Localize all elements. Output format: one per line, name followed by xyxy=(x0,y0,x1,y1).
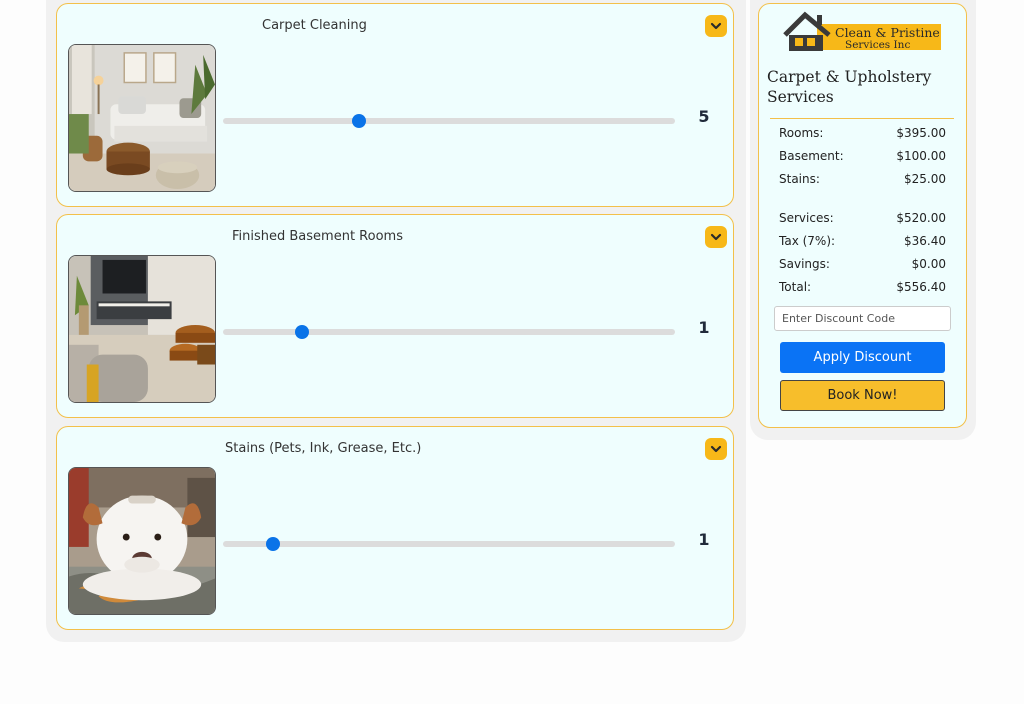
logo-line1: Clean & Pristine xyxy=(835,25,940,40)
price-breakdown: Rooms: $395.00 Basement: $100.00 Stains: $2… xyxy=(779,126,946,303)
service-card-stains: Stains (Pets, Ink, Grease, Etc.) 1 xyxy=(56,426,734,630)
quantity-value: 1 xyxy=(698,530,710,549)
book-now-button[interactable]: Book Now! xyxy=(780,380,945,411)
service-card-basement-rooms: Finished Basement Rooms 1 xyxy=(56,214,734,418)
apply-discount-button[interactable]: Apply Discount xyxy=(780,342,945,373)
dog-photo xyxy=(68,467,216,615)
total-label: Tax (7%): xyxy=(779,234,836,248)
grand-total: Total: $556.40 xyxy=(779,280,946,303)
slider-thumb[interactable] xyxy=(295,325,310,339)
house-logo-icon: Clean & Pristine Services Inc xyxy=(783,11,941,51)
line-label: Stains: xyxy=(779,172,820,186)
total-tax: Tax (7%): $36.40 xyxy=(779,234,946,257)
summary-title: Carpet & Upholstery Services xyxy=(767,68,932,106)
order-summary-panel: Clean & Pristine Services Inc Carpet & U… xyxy=(758,3,967,428)
total-label: Total: xyxy=(779,280,812,294)
service-title: Stains (Pets, Ink, Grease, Etc.) xyxy=(225,441,422,456)
expand-button[interactable] xyxy=(705,226,727,248)
service-title: Carpet Cleaning xyxy=(262,18,367,33)
slider-thumb[interactable] xyxy=(351,114,366,128)
line-value: $25.00 xyxy=(904,172,946,186)
line-value: $100.00 xyxy=(896,149,946,163)
page: Carpet Cleaning 5 Finished Basement Room… xyxy=(0,0,1024,704)
service-title: Finished Basement Rooms xyxy=(232,229,403,244)
line-value: $395.00 xyxy=(896,126,946,140)
divider xyxy=(770,118,954,119)
total-label: Services: xyxy=(779,211,834,225)
line-label: Rooms: xyxy=(779,126,824,140)
line-item-rooms: Rooms: $395.00 xyxy=(779,126,946,149)
total-value: $36.40 xyxy=(904,234,946,248)
quantity-slider[interactable] xyxy=(223,537,675,551)
quantity-value: 5 xyxy=(698,107,710,126)
total-services: Services: $520.00 xyxy=(779,211,946,234)
total-value: $520.00 xyxy=(896,211,946,225)
expand-button[interactable] xyxy=(705,15,727,37)
company-logo: Clean & Pristine Services Inc xyxy=(783,11,945,53)
chevron-down-icon xyxy=(710,445,722,453)
slider-thumb[interactable] xyxy=(265,537,280,551)
quantity-value: 1 xyxy=(698,318,710,337)
service-card-carpet-cleaning: Carpet Cleaning 5 xyxy=(56,3,734,207)
total-savings: Savings: $0.00 xyxy=(779,257,946,280)
chevron-down-icon xyxy=(710,22,722,30)
chevron-down-icon xyxy=(710,233,722,241)
logo-line2: Services Inc xyxy=(845,39,910,51)
line-item-stains: Stains: $25.00 xyxy=(779,172,946,195)
total-value: $556.40 xyxy=(896,280,946,294)
line-label: Basement: xyxy=(779,149,844,163)
quantity-slider[interactable] xyxy=(223,325,675,339)
basement-room-photo xyxy=(68,255,216,403)
total-label: Savings: xyxy=(779,257,830,271)
total-value: $0.00 xyxy=(911,257,946,271)
living-room-photo xyxy=(68,44,216,192)
line-item-basement: Basement: $100.00 xyxy=(779,149,946,172)
quantity-slider[interactable] xyxy=(223,114,675,128)
expand-button[interactable] xyxy=(705,438,727,460)
discount-code-input[interactable] xyxy=(774,306,951,331)
